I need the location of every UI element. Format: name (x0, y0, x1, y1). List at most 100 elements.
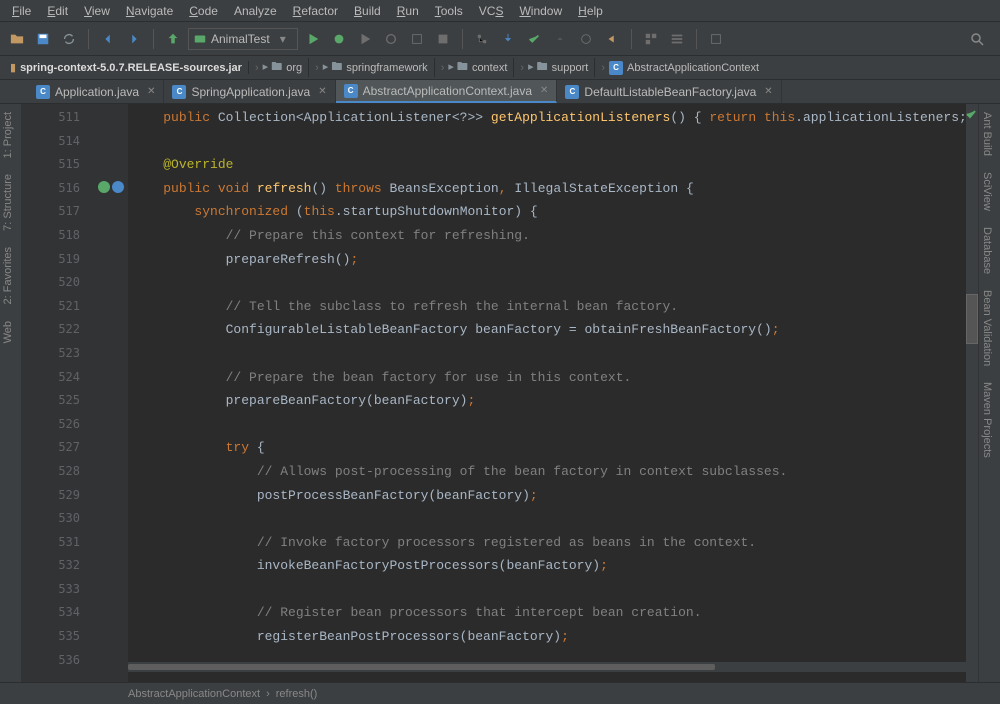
override-marker-icon[interactable] (98, 181, 124, 193)
menu-run[interactable]: Run (391, 2, 425, 20)
line-number[interactable]: 534 (22, 601, 128, 625)
code-line[interactable]: public void refresh() throws BeansExcept… (128, 177, 1000, 201)
line-number[interactable]: 525 (22, 389, 128, 413)
menu-vcs[interactable]: VCS (473, 2, 510, 20)
tool----favorites[interactable]: 2: Favorites (0, 239, 16, 312)
tool-web[interactable]: Web (0, 313, 16, 351)
code-line[interactable]: public Collection<ApplicationListener<?>… (128, 106, 1000, 130)
tool-maven-projects[interactable]: Maven Projects (979, 374, 995, 466)
update-button[interactable] (497, 28, 519, 50)
history-button[interactable] (575, 28, 597, 50)
line-number[interactable]: 527 (22, 436, 128, 460)
coverage-button[interactable] (354, 28, 376, 50)
save-all-button[interactable] (32, 28, 54, 50)
close-icon[interactable]: ✕ (764, 86, 772, 97)
code-line[interactable]: try { (128, 436, 1000, 460)
scroll-thumb[interactable] (966, 294, 978, 344)
menu-analyze[interactable]: Analyze (228, 2, 283, 20)
profile-button[interactable] (380, 28, 402, 50)
close-icon[interactable]: ✕ (147, 86, 155, 97)
open-button[interactable] (6, 28, 28, 50)
commit-button[interactable] (523, 28, 545, 50)
line-number[interactable]: 533 (22, 578, 128, 602)
revert-button[interactable] (601, 28, 623, 50)
code-line[interactable]: postProcessBeanFactory(beanFactory); (128, 484, 1000, 508)
code-line[interactable]: // Prepare this context for refreshing. (128, 224, 1000, 248)
tool-database[interactable]: Database (979, 219, 995, 282)
line-number[interactable]: 524 (22, 366, 128, 390)
tool----structure[interactable]: 7: Structure (0, 166, 16, 239)
code-line[interactable]: // Tell the subclass to refresh the inte… (128, 295, 1000, 319)
menu-view[interactable]: View (78, 2, 116, 20)
bottom-crumb-method[interactable]: refresh() (276, 688, 318, 700)
line-number[interactable]: 517 (22, 200, 128, 224)
code-line[interactable]: registerBeanPostProcessors(beanFactory); (128, 625, 1000, 649)
code-line[interactable]: ConfigurableListableBeanFactory beanFact… (128, 318, 1000, 342)
menu-tools[interactable]: Tools (429, 2, 469, 20)
tool----project[interactable]: 1: Project (0, 104, 16, 166)
horizontal-scrollbar[interactable] (128, 662, 966, 672)
tool-ant-build[interactable]: Ant Build (979, 104, 995, 164)
stop-button[interactable] (432, 28, 454, 50)
menu-file[interactable]: File (6, 2, 37, 20)
line-number[interactable]: 518 (22, 224, 128, 248)
line-number[interactable]: 528 (22, 460, 128, 484)
breadcrumb-item[interactable]: ▮ spring-context-5.0.7.RELEASE-sources.j… (4, 61, 249, 74)
code-line[interactable] (128, 413, 1000, 437)
line-number[interactable]: 516 (22, 177, 128, 201)
make-button[interactable] (162, 28, 184, 50)
code-line[interactable] (128, 342, 1000, 366)
line-number[interactable]: 526 (22, 413, 128, 437)
sync-button[interactable] (58, 28, 80, 50)
structure-btn[interactable] (640, 28, 662, 50)
line-number[interactable]: 531 (22, 531, 128, 555)
hscroll-thumb[interactable] (128, 664, 715, 670)
line-number[interactable]: 523 (22, 342, 128, 366)
line-number[interactable]: 520 (22, 271, 128, 295)
breadcrumb-item[interactable]: › ▸ 🖿 org (249, 58, 309, 77)
code-line[interactable]: synchronized (this.startupShutdownMonito… (128, 200, 1000, 224)
debug-button[interactable] (328, 28, 350, 50)
run-last-button[interactable] (406, 28, 428, 50)
line-number[interactable]: 530 (22, 507, 128, 531)
code-line[interactable] (128, 271, 1000, 295)
line-number[interactable]: 521 (22, 295, 128, 319)
tool-sciview[interactable]: SciView (979, 164, 995, 219)
code-line[interactable]: prepareRefresh(); (128, 248, 1000, 272)
menu-refactor[interactable]: Refactor (287, 2, 344, 20)
run-config-combo[interactable]: AnimalTest ▾ (188, 28, 298, 50)
code-line[interactable]: // Allows post-processing of the bean fa… (128, 460, 1000, 484)
code-line[interactable]: // Prepare the bean factory for use in t… (128, 366, 1000, 390)
code-line[interactable] (128, 130, 1000, 154)
breadcrumb-item[interactable]: › ▸ 🖿 context (435, 58, 515, 77)
code-line[interactable] (128, 507, 1000, 531)
tab-SpringApplication[interactable]: CSpringApplication.java✕ (164, 80, 335, 103)
menu-build[interactable]: Build (348, 2, 387, 20)
line-number[interactable]: 515 (22, 153, 128, 177)
menu-window[interactable]: Window (513, 2, 568, 20)
menu-navigate[interactable]: Navigate (120, 2, 179, 20)
line-number[interactable]: 536 (22, 649, 128, 673)
tab-Application[interactable]: CApplication.java✕ (28, 80, 164, 103)
search-everywhere-icon[interactable] (966, 28, 988, 50)
code-line[interactable]: prepareBeanFactory(beanFactory); (128, 389, 1000, 413)
code-area[interactable]: public Collection<ApplicationListener<?>… (128, 104, 1000, 696)
bottom-crumb-class[interactable]: AbstractApplicationContext (128, 688, 260, 700)
run-button[interactable] (302, 28, 324, 50)
tool-bean-validation[interactable]: Bean Validation (979, 282, 995, 374)
more-button[interactable] (705, 28, 727, 50)
code-line[interactable]: // Register bean processors that interce… (128, 601, 1000, 625)
line-number[interactable]: 511 (22, 106, 128, 130)
line-number[interactable]: 514 (22, 130, 128, 154)
breadcrumb-item[interactable]: › C AbstractApplicationContext (595, 61, 765, 75)
git-button[interactable] (471, 28, 493, 50)
code-line[interactable]: // Invoke factory processors registered … (128, 531, 1000, 555)
menu-code[interactable]: Code (183, 2, 224, 20)
line-number[interactable]: 532 (22, 554, 128, 578)
vertical-scrollbar[interactable] (966, 104, 978, 696)
line-number[interactable]: 529 (22, 484, 128, 508)
code-line[interactable]: @Override (128, 153, 1000, 177)
line-number[interactable]: 519 (22, 248, 128, 272)
tab-AbstractApplicationContext[interactable]: CAbstractApplicationContext.java✕ (336, 80, 558, 103)
close-icon[interactable]: ✕ (540, 85, 548, 96)
